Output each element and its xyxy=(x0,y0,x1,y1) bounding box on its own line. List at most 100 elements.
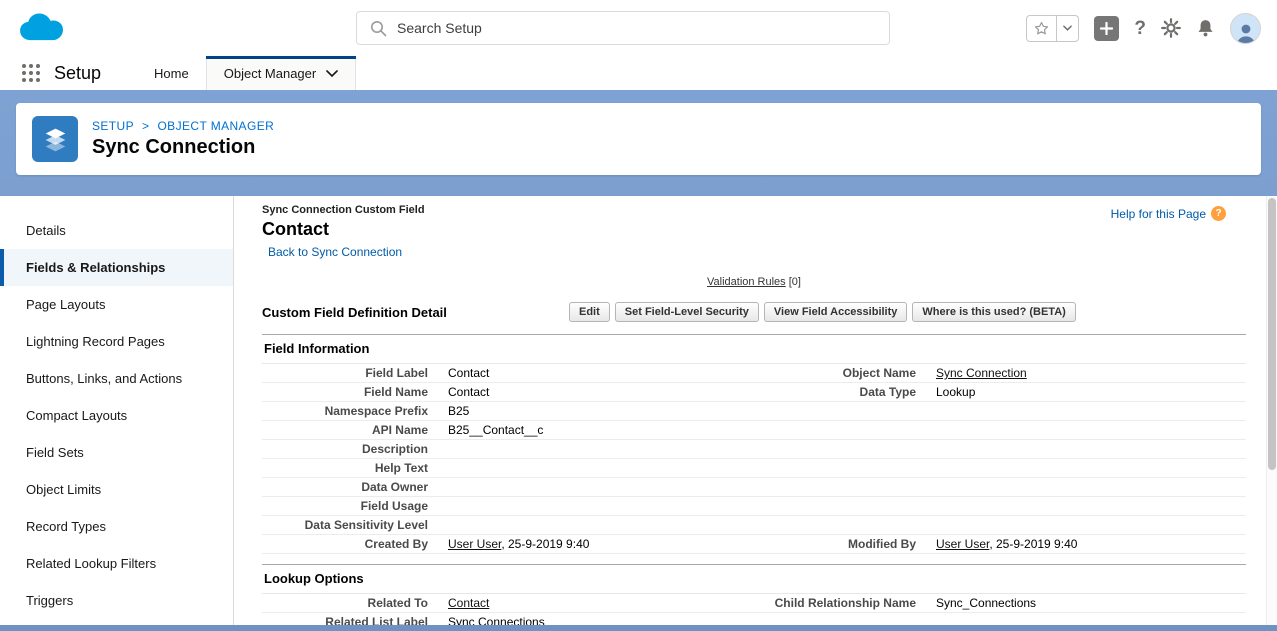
edit-button[interactable]: Edit xyxy=(569,302,610,322)
salesforce-logo-icon xyxy=(14,9,70,47)
field-row-help-text: Help Text xyxy=(262,459,1246,478)
vertical-scrollbar xyxy=(1266,196,1277,625)
created-by-label: Created By xyxy=(262,535,428,553)
namespace-prefix-label: Namespace Prefix xyxy=(262,402,428,420)
field-information-title: Field Information xyxy=(262,335,1246,364)
favorites-dropdown-icon[interactable] xyxy=(1056,16,1078,41)
field-row-description: Description xyxy=(262,440,1246,459)
setup-gear-icon[interactable] xyxy=(1161,18,1181,38)
validation-rules-link[interactable]: Validation Rules xyxy=(707,276,786,288)
help-for-page: Help for this Page ? xyxy=(1111,206,1226,221)
search-input[interactable] xyxy=(356,11,890,45)
field-information-section: Field Information Field Label Contact Ob… xyxy=(262,334,1246,554)
sidebar-item-object-limits[interactable]: Object Limits xyxy=(0,471,233,508)
user-avatar-icon xyxy=(1234,21,1258,43)
search-icon xyxy=(370,20,387,37)
related-to-label: Related To xyxy=(262,594,428,612)
data-sensitivity-level-value xyxy=(428,523,696,527)
related-list-label-label: Related List Label xyxy=(262,613,428,625)
child-relationship-name-label: Child Relationship Name xyxy=(696,594,916,612)
field-row-field-name: Field Name Contact Data Type Lookup xyxy=(262,383,1246,402)
related-to-link[interactable]: Contact xyxy=(448,596,489,610)
modified-by-label: Modified By xyxy=(696,535,916,553)
lookup-options-section: Lookup Options Related To Contact Child … xyxy=(262,564,1246,625)
content-panel: Details Fields & Relationships Page Layo… xyxy=(0,196,1277,625)
description-label: Description xyxy=(262,440,428,458)
field-row-data-owner: Data Owner xyxy=(262,478,1246,497)
breadcrumb-separator: > xyxy=(142,119,149,133)
detail-section-title: Custom Field Definition Detail xyxy=(262,305,569,320)
sidebar-item-related-lookup-filters[interactable]: Related Lookup Filters xyxy=(0,545,233,582)
tab-object-manager-label: Object Manager xyxy=(224,66,317,81)
object-name-link[interactable]: Sync Connection xyxy=(936,366,1027,380)
data-sensitivity-level-label: Data Sensitivity Level xyxy=(262,516,428,534)
help-badge-icon[interactable]: ? xyxy=(1211,206,1226,221)
child-relationship-name-value: Sync_Connections xyxy=(916,594,1246,612)
field-name-label: Field Name xyxy=(262,383,428,401)
data-type-label: Data Type xyxy=(696,383,916,401)
app-launcher-icon[interactable] xyxy=(22,64,40,82)
page-title: Sync Connection xyxy=(92,136,274,159)
field-label-value: Contact xyxy=(428,364,696,382)
global-actions-icon[interactable] xyxy=(1094,16,1119,41)
notifications-bell-icon[interactable] xyxy=(1196,18,1215,38)
field-row-field-label: Field Label Contact Object Name Sync Con… xyxy=(262,364,1246,383)
help-text-value xyxy=(428,466,696,470)
breadcrumb-setup-link[interactable]: SETUP xyxy=(92,119,134,133)
tab-home[interactable]: Home xyxy=(137,56,206,90)
view-field-accessibility-button[interactable]: View Field Accessibility xyxy=(764,302,908,322)
field-usage-label: Field Usage xyxy=(262,497,428,515)
object-sidebar: Details Fields & Relationships Page Layo… xyxy=(0,196,234,625)
sidebar-item-record-types[interactable]: Record Types xyxy=(0,508,233,545)
field-eyebrow: Sync Connection Custom Field xyxy=(262,204,1246,216)
object-header-card: SETUP > OBJECT MANAGER Sync Connection xyxy=(16,103,1261,175)
data-type-value: Lookup xyxy=(916,383,1246,401)
field-row-field-usage: Field Usage xyxy=(262,497,1246,516)
created-by-user-link[interactable]: User User xyxy=(448,537,501,551)
set-field-level-security-button[interactable]: Set Field-Level Security xyxy=(615,302,759,322)
field-detail-content: Help for this Page ? Sync Connection Cus… xyxy=(234,196,1266,625)
scrollbar-thumb[interactable] xyxy=(1268,198,1276,470)
quick-links: Validation Rules [0] xyxy=(262,276,1246,288)
object-name-label: Object Name xyxy=(696,364,916,382)
lookup-options-title: Lookup Options xyxy=(262,565,1246,594)
help-text-label: Help Text xyxy=(262,459,428,477)
sidebar-item-buttons-links-actions[interactable]: Buttons, Links, and Actions xyxy=(0,360,233,397)
sidebar-item-triggers[interactable]: Triggers xyxy=(0,582,233,619)
sidebar-item-compact-layouts[interactable]: Compact Layouts xyxy=(0,397,233,434)
namespace-prefix-value: B25 xyxy=(428,402,696,420)
api-name-value: B25__Contact__c xyxy=(428,421,696,439)
sidebar-item-fields-relationships[interactable]: Fields & Relationships xyxy=(0,249,233,286)
field-row-api-name: API Name B25__Contact__c xyxy=(262,421,1246,440)
where-is-this-used-button[interactable]: Where is this used? (BETA) xyxy=(912,302,1075,322)
api-name-label: API Name xyxy=(262,421,428,439)
related-list-label-value: Sync Connections xyxy=(428,613,696,625)
global-search xyxy=(356,11,890,45)
sidebar-item-lightning-record-pages[interactable]: Lightning Record Pages xyxy=(0,323,233,360)
field-usage-value xyxy=(428,504,696,508)
user-avatar[interactable] xyxy=(1230,13,1261,44)
tab-object-manager[interactable]: Object Manager xyxy=(206,56,357,90)
favorite-star-icon[interactable] xyxy=(1027,16,1056,41)
field-label-label: Field Label xyxy=(262,364,428,382)
sidebar-item-page-layouts[interactable]: Page Layouts xyxy=(0,286,233,323)
description-value xyxy=(428,447,696,451)
breadcrumb: SETUP > OBJECT MANAGER xyxy=(92,119,274,133)
field-row-created-by: Created By User User, 25-9-2019 9:40 Mod… xyxy=(262,535,1246,554)
data-owner-label: Data Owner xyxy=(262,478,428,496)
app-name: Setup xyxy=(54,63,101,84)
header-actions: ? xyxy=(1026,0,1261,56)
sidebar-item-details[interactable]: Details xyxy=(0,212,233,249)
back-link[interactable]: Back to Sync Connection xyxy=(268,245,402,259)
help-icon[interactable]: ? xyxy=(1134,19,1146,38)
modified-by-date: , 25-9-2019 9:40 xyxy=(989,537,1077,551)
breadcrumb-object-manager-link[interactable]: OBJECT MANAGER xyxy=(157,119,274,133)
field-name-value: Contact xyxy=(428,383,696,401)
object-manager-icon xyxy=(32,116,78,162)
modified-by-user-link[interactable]: User User xyxy=(936,537,989,551)
setup-nav-bar: Setup Home Object Manager xyxy=(0,56,1277,90)
object-header-text: SETUP > OBJECT MANAGER Sync Connection xyxy=(92,119,274,159)
sidebar-item-field-sets[interactable]: Field Sets xyxy=(0,434,233,471)
help-for-page-link[interactable]: Help for this Page xyxy=(1111,207,1206,221)
field-title: Contact xyxy=(262,219,1246,240)
